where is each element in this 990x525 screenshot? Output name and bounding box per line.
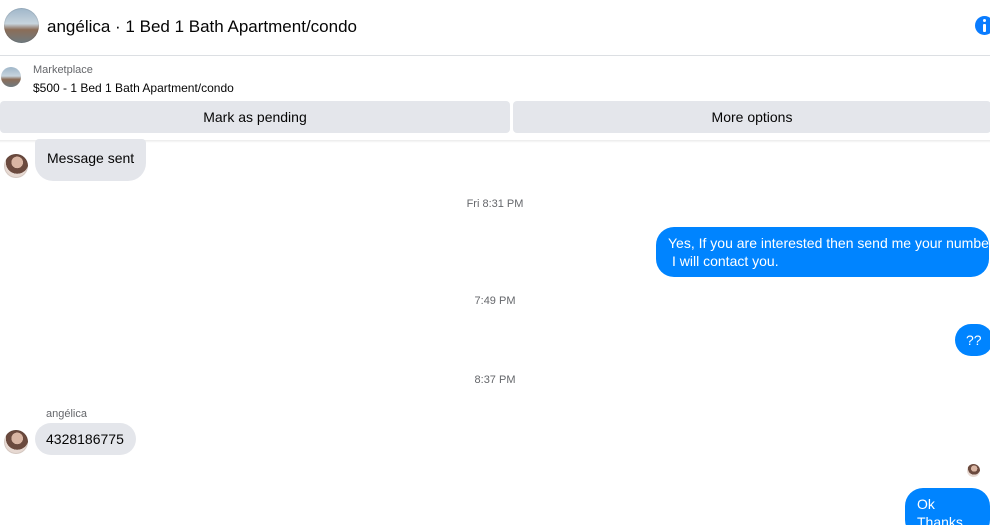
info-icon[interactable] bbox=[975, 16, 990, 35]
mark-as-pending-button[interactable]: Mark as pending bbox=[0, 101, 510, 133]
marketplace-label: Marketplace bbox=[33, 64, 93, 76]
listing-summary[interactable]: $500 - 1 Bed 1 Bath Apartment/condo bbox=[33, 81, 234, 95]
incoming-message[interactable]: 4328186775 bbox=[35, 423, 136, 455]
more-options-button[interactable]: More options bbox=[513, 101, 990, 133]
sender-name: angélica bbox=[46, 408, 87, 420]
message-timestamp: Fri 8:31 PM bbox=[466, 198, 524, 210]
listing-avatar[interactable] bbox=[4, 8, 39, 43]
message-timestamp: 8:37 PM bbox=[474, 374, 516, 386]
header-divider bbox=[0, 140, 990, 143]
message-timestamp: 7:49 PM bbox=[474, 295, 516, 307]
outgoing-message-line: Yes, If you are interested then send me … bbox=[668, 235, 990, 251]
listing-thumbnail[interactable] bbox=[1, 67, 21, 87]
read-receipt-avatar bbox=[967, 464, 980, 477]
incoming-message[interactable]: Message sent bbox=[35, 139, 147, 181]
outgoing-message[interactable]: ?? bbox=[955, 324, 990, 356]
outgoing-message[interactable]: Yes, If you are interested then send me … bbox=[656, 227, 990, 277]
conversation-title[interactable]: angélica · 1 Bed 1 Bath Apartment/condo bbox=[47, 17, 357, 37]
contact-avatar[interactable] bbox=[4, 430, 28, 454]
contact-avatar[interactable] bbox=[4, 154, 28, 178]
outgoing-message[interactable]: Ok Thanks bbox=[905, 488, 990, 525]
outgoing-message-line: I will contact you. bbox=[672, 253, 779, 269]
